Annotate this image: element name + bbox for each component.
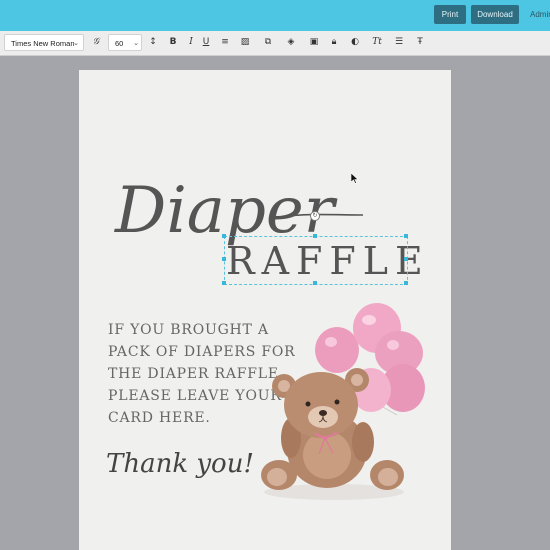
italic-icon[interactable]: I — [184, 35, 198, 50]
chevron-down-icon: ⌄ — [73, 40, 79, 47]
letter-spacing-icon[interactable]: ↕ — [146, 35, 160, 50]
font-size-select[interactable]: 60 ⌄ — [108, 34, 142, 51]
rotate-handle-icon[interactable]: ↻ — [310, 211, 320, 221]
resize-handle[interactable] — [404, 257, 408, 261]
resize-handle[interactable] — [222, 234, 226, 238]
mouse-cursor-icon — [351, 173, 359, 184]
resize-handle[interactable] — [313, 234, 317, 238]
layers-icon[interactable]: ◈ — [284, 35, 298, 50]
resize-handle[interactable] — [222, 281, 226, 285]
font-size-value: 60 — [115, 39, 124, 48]
resize-handle[interactable] — [404, 281, 408, 285]
message-line[interactable]: IF YOU BROUGHT A — [108, 322, 269, 338]
clear-format-icon[interactable]: Ŧ — [413, 35, 427, 50]
align-icon[interactable]: ≡ — [218, 35, 232, 50]
arrange-icon[interactable]: ▣ — [307, 35, 321, 50]
signature-text[interactable]: Thank you! — [106, 449, 254, 479]
font-family-select[interactable]: Times New Roman ⌄ — [4, 34, 84, 51]
admin-menu-link[interactable]: Admin — [530, 10, 550, 19]
message-line[interactable]: PLEASE LEAVE YOUR — [108, 388, 282, 404]
format-toolbar: Times New Roman ⌄ 𝒢 60 ⌄ ↕ B I U ≡ ▨ ⧉ ◈… — [0, 31, 550, 56]
text-style-icon[interactable]: 𝒢 — [89, 35, 103, 50]
print-button[interactable]: Print — [434, 5, 466, 24]
resize-handle[interactable] — [222, 257, 226, 261]
download-button[interactable]: Download — [471, 5, 519, 24]
message-line[interactable]: PACK OF DIAPERS FOR — [108, 344, 296, 360]
design-page[interactable]: Diaper RAFFLE IF YOU BROUGHT A PACK OF D… — [79, 70, 451, 550]
opacity-icon[interactable]: ◐ — [348, 35, 362, 50]
message-line[interactable]: CARD HERE. — [108, 410, 211, 426]
underline-icon[interactable]: U — [199, 35, 213, 50]
resize-handle[interactable] — [313, 281, 317, 285]
bold-icon[interactable]: B — [166, 35, 180, 50]
selection-box[interactable] — [224, 236, 408, 285]
resize-handle[interactable] — [404, 234, 408, 238]
line-height-icon[interactable]: ☰ — [392, 35, 406, 50]
chevron-down-icon: ⌄ — [133, 40, 139, 47]
header-bar: Print Download Admin — [0, 0, 550, 31]
text-effect-icon[interactable]: Tt — [370, 35, 384, 50]
duplicate-icon[interactable]: ⧉ — [261, 35, 275, 50]
lock-icon[interactable]: 🔒︎ — [327, 35, 341, 50]
design-canvas: Diaper RAFFLE IF YOU BROUGHT A PACK OF D… — [106, 174, 425, 500]
image-icon[interactable]: ▨ — [238, 35, 252, 50]
message-line[interactable]: THE DIAPER RAFFLE, — [108, 366, 284, 382]
font-family-value: Times New Roman — [11, 39, 75, 48]
